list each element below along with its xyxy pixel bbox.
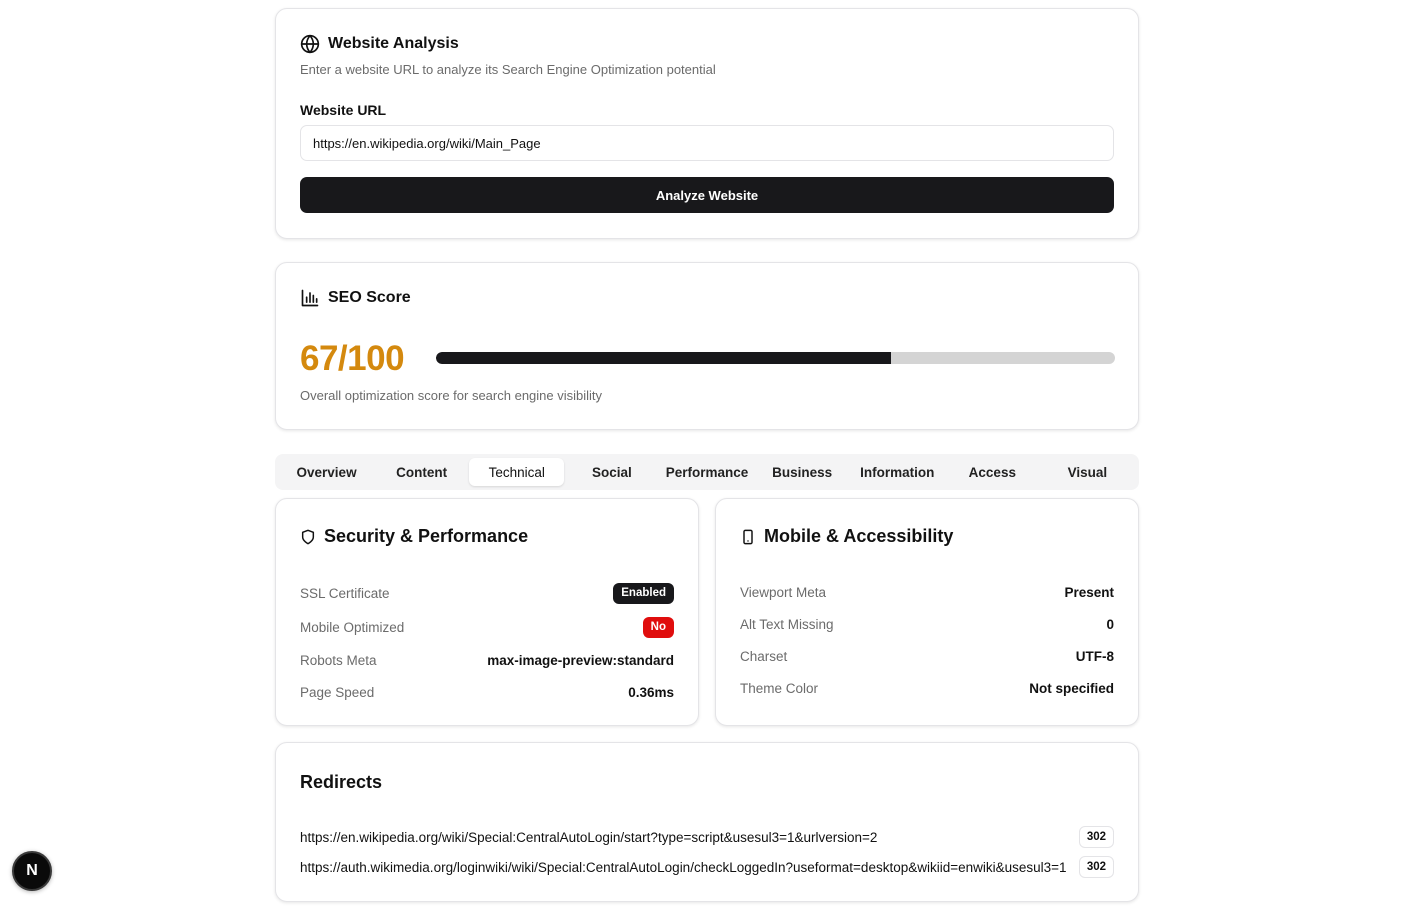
tab-access[interactable]: Access: [945, 458, 1040, 486]
ssl-certificate-row: SSL Certificate Enabled: [300, 581, 674, 605]
score-value: 67/100: [300, 339, 405, 378]
tab-content[interactable]: Content: [374, 458, 469, 486]
tabs-list: Overview Content Technical Social Perfor…: [275, 454, 1139, 490]
redirect-row: https://auth.wikimedia.org/loginwiki/wik…: [300, 855, 1114, 879]
score-description: Overall optimization score for search en…: [300, 388, 603, 403]
score-header: SEO Score: [300, 288, 411, 308]
shield-icon: [300, 529, 316, 545]
mobile-title: Mobile & Accessibility: [764, 526, 954, 546]
tab-visual[interactable]: Visual: [1040, 458, 1135, 486]
score-progress-bar: [436, 352, 1115, 364]
robots-meta-row: Robots Meta max-image-preview:standard: [300, 648, 674, 672]
security-header: Security & Performance: [300, 526, 528, 547]
tab-technical[interactable]: Technical: [469, 458, 565, 486]
viewport-meta-row: Viewport Meta Present: [740, 580, 1114, 604]
mobile-header: Mobile & Accessibility: [740, 526, 953, 547]
analysis-description: Enter a website URL to analyze its Searc…: [300, 62, 716, 77]
redirect-url[interactable]: https://auth.wikimedia.org/loginwiki/wik…: [300, 860, 1067, 875]
kv-key: Mobile Optimized: [300, 619, 405, 635]
alt-text-missing-row: Alt Text Missing 0: [740, 612, 1114, 636]
mobile-accessibility-card: Mobile & Accessibility Viewport Meta Pre…: [715, 498, 1139, 726]
globe-icon: [300, 34, 320, 54]
analysis-header: Website Analysis: [300, 34, 459, 54]
status-badge: No: [642, 616, 674, 638]
smartphone-icon: [740, 529, 756, 545]
url-label: Website URL: [300, 102, 387, 118]
kv-value: Not specified: [1029, 680, 1114, 696]
tab-social[interactable]: Social: [564, 458, 659, 486]
analysis-title: Website Analysis: [328, 35, 459, 52]
redirect-row: https://en.wikipedia.org/wiki/Special:Ce…: [300, 825, 1114, 849]
security-title: Security & Performance: [324, 526, 529, 546]
bar-chart-icon: [300, 288, 320, 308]
score-progress-fill: [436, 352, 891, 364]
kv-key: Page Speed: [300, 684, 375, 700]
kv-value: 0.36ms: [628, 684, 674, 700]
tab-information[interactable]: Information: [850, 458, 945, 486]
security-performance-card: Security & Performance SSL Certificate E…: [275, 498, 699, 726]
kv-key: Robots Meta: [300, 652, 377, 668]
nextjs-dev-button[interactable]: N: [12, 851, 52, 891]
kv-key: Viewport Meta: [740, 584, 827, 600]
tab-overview[interactable]: Overview: [279, 458, 374, 486]
kv-value: UTF-8: [1075, 648, 1114, 664]
tab-performance[interactable]: Performance: [659, 458, 754, 486]
kv-value: 0: [1106, 616, 1114, 632]
kv-value: Present: [1064, 584, 1114, 600]
website-url-input[interactable]: [300, 125, 1114, 161]
kv-key: SSL Certificate: [300, 585, 390, 601]
redirects-card: Redirects https://en.wikipedia.org/wiki/…: [275, 742, 1139, 902]
status-badge: Enabled: [613, 582, 674, 604]
redirect-url[interactable]: https://en.wikipedia.org/wiki/Special:Ce…: [300, 830, 877, 845]
status-code-badge: 302: [1078, 826, 1114, 848]
page-speed-row: Page Speed 0.36ms: [300, 680, 674, 704]
charset-row: Charset UTF-8: [740, 644, 1114, 668]
kv-key: Theme Color: [740, 680, 819, 696]
theme-color-row: Theme Color Not specified: [740, 676, 1114, 700]
kv-key: Alt Text Missing: [740, 616, 834, 632]
score-title: SEO Score: [328, 289, 411, 306]
mobile-optimized-row: Mobile Optimized No: [300, 615, 674, 639]
seo-score-card: SEO Score 67/100 Overall optimization sc…: [275, 262, 1139, 430]
tab-business[interactable]: Business: [755, 458, 850, 486]
status-code-badge: 302: [1078, 856, 1114, 878]
analyze-website-button[interactable]: Analyze Website: [300, 177, 1114, 213]
kv-value: max-image-preview:standard: [487, 652, 674, 668]
redirects-title: Redirects: [300, 772, 383, 792]
website-analysis-card: Website Analysis Enter a website URL to …: [275, 8, 1139, 239]
kv-key: Charset: [740, 648, 788, 664]
